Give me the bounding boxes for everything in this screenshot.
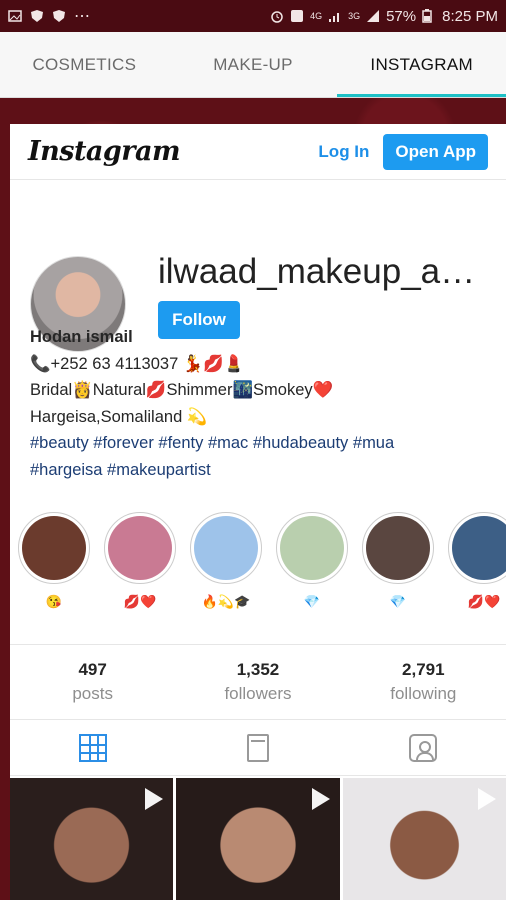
story-highlight[interactable]: 😘 [18, 512, 90, 622]
video-play-icon [145, 788, 164, 810]
instagram-webview: Instagram Log In Open App ilwaad_makeup_… [10, 124, 506, 900]
feed-icon [246, 733, 269, 762]
instagram-header: Instagram Log In Open App [10, 124, 506, 180]
profile-stats: 497 posts 1,352 followers 2,791 followin… [10, 644, 506, 720]
story-image [452, 516, 506, 580]
story-image [280, 516, 344, 580]
story-highlight[interactable]: 💋❤️ [104, 512, 176, 622]
network-label: 4G [310, 11, 323, 21]
tab-grid[interactable] [10, 720, 175, 775]
story-highlight[interactable]: 💎 [362, 512, 434, 622]
story-ring [190, 512, 262, 584]
tagged-user-icon [409, 733, 438, 762]
video-play-icon [477, 788, 496, 810]
stat-label: posts [72, 684, 113, 703]
profile-name: Hodan ismail [30, 328, 133, 346]
story-ring [276, 512, 348, 584]
stat-posts[interactable]: 497 posts [10, 645, 175, 719]
gallery-icon [8, 9, 22, 23]
story-highlight[interactable]: 🔥💫🎓 [190, 512, 262, 622]
bio-line: Hargeisa,Somaliland 💫 [30, 407, 208, 426]
shield-icon [30, 9, 44, 23]
tab-tagged[interactable] [341, 720, 506, 775]
story-ring [362, 512, 434, 584]
story-caption: 😘 [45, 594, 63, 609]
tab-feed[interactable] [175, 720, 340, 775]
profile-view-tabs [10, 720, 506, 776]
stat-value: 497 [78, 660, 107, 679]
stat-value: 2,791 [402, 660, 445, 679]
top-tabs: COSMETICS MAKE-UP INSTAGRAM [0, 32, 506, 98]
bio: Hodan ismail 📞+252 63 4113037 💃💋💄 Bridal… [30, 324, 490, 483]
tab-cosmetics[interactable]: COSMETICS [0, 32, 169, 97]
tab-make-up[interactable]: MAKE-UP [169, 32, 338, 97]
post-grid [10, 778, 506, 900]
stat-followers[interactable]: 1,352 followers [175, 645, 340, 719]
bio-line: Bridal👸Natural💋Shimmer🌃Smokey❤️ [30, 381, 334, 399]
network-label-2: 3G [348, 11, 361, 21]
story-image [366, 516, 430, 580]
login-link[interactable]: Log In [318, 142, 369, 162]
hashtags[interactable]: #beauty #forever #fenty #mac #hudabeauty… [30, 430, 490, 457]
username: ilwaad_makeup_a… [158, 252, 476, 291]
status-bar: ⋯ 4G 3G 57% 8:25 PM [0, 0, 506, 32]
story-caption: 💎 [303, 594, 321, 609]
video-play-icon [311, 788, 330, 810]
signal-icon [328, 9, 342, 23]
grid-icon [78, 733, 107, 762]
stat-label: following [390, 684, 457, 703]
story-ring [448, 512, 506, 584]
post-thumbnail[interactable] [342, 778, 506, 900]
tab-instagram[interactable]: INSTAGRAM [337, 32, 506, 97]
alarm-icon [270, 9, 284, 23]
story-caption: 💎 [389, 594, 407, 609]
clock: 8:25 PM [442, 7, 498, 25]
story-ring [18, 512, 90, 584]
story-highlights: 😘 💋❤️ 🔥💫🎓 💎 💎 💋❤️ [10, 512, 506, 622]
story-ring [104, 512, 176, 584]
battery-percent: 57% [386, 7, 417, 25]
battery-icon [422, 9, 436, 23]
post-thumbnail[interactable] [10, 778, 174, 900]
story-image [194, 516, 258, 580]
more-notifications-icon: ⋯ [74, 8, 90, 25]
open-app-button[interactable]: Open App [383, 133, 488, 170]
story-caption: 🔥💫🎓 [201, 594, 251, 609]
stat-value: 1,352 [236, 660, 280, 679]
stat-following[interactable]: 2,791 following [341, 645, 506, 719]
stat-label: followers [224, 684, 292, 703]
story-image [22, 516, 86, 580]
bio-line[interactable]: 📞+252 63 4113037 💃💋💄 [30, 351, 490, 378]
story-caption: 💋❤️ [467, 594, 501, 609]
story-highlight[interactable]: 💋❤️ [448, 512, 506, 622]
signal-icon [366, 9, 380, 23]
post-thumbnail[interactable] [176, 778, 340, 900]
story-caption: 💋❤️ [123, 594, 157, 609]
story-image [108, 516, 172, 580]
badge-icon [290, 9, 304, 23]
story-highlight[interactable]: 💎 [276, 512, 348, 622]
instagram-logo: Instagram [28, 136, 181, 167]
shield-icon [52, 9, 66, 23]
hashtags[interactable]: #hargeisa #makeupartist [30, 457, 490, 484]
